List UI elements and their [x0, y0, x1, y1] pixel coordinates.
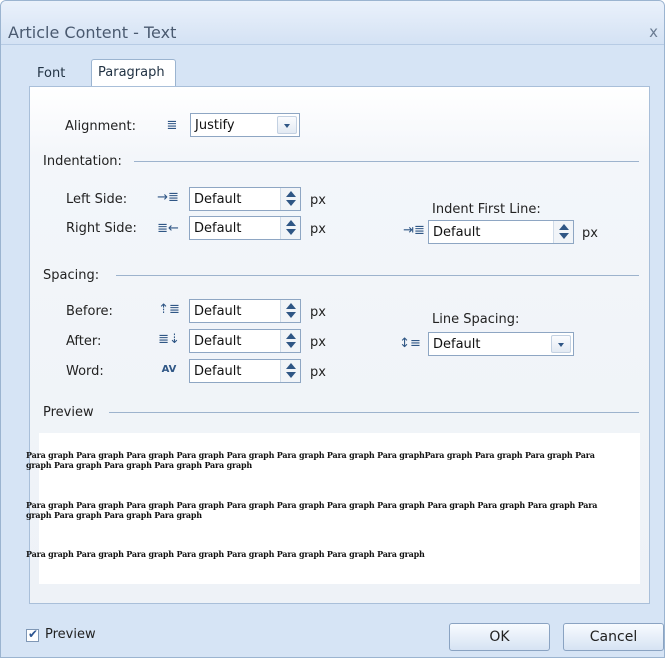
alignment-value: Justify [195, 118, 235, 133]
word-unit: px [310, 365, 326, 380]
space-after-icon: ≣⇣ [158, 332, 180, 347]
stepper-arrows[interactable] [280, 330, 300, 352]
preview-checkbox[interactable]: ✔ [26, 627, 39, 642]
close-icon[interactable]: x [649, 23, 658, 41]
indent-first-line-stepper[interactable]: Default [428, 220, 574, 244]
spacing-section-title: Spacing: [43, 268, 100, 283]
arrow-down-icon[interactable] [286, 372, 296, 378]
dialog-window: Article Content - Text x Font Paragraph … [0, 0, 665, 658]
word-label: Word: [66, 364, 104, 379]
dropdown-button[interactable] [277, 116, 297, 134]
line-spacing-value: Default [433, 337, 481, 352]
line-spacing-label: Line Spacing: [432, 312, 520, 327]
word-stepper[interactable]: Default [189, 359, 301, 383]
dialog-title: Article Content - Text [8, 23, 177, 42]
indentation-section-title: Indentation: [43, 154, 122, 169]
preview-section-title: Preview [43, 405, 94, 420]
preview-checkbox-label[interactable]: Preview [45, 627, 96, 642]
indent-right-icon: ≣← [157, 221, 179, 236]
left-side-unit: px [310, 193, 326, 208]
tab-font[interactable]: Font [31, 61, 86, 87]
arrow-down-icon[interactable] [286, 200, 296, 206]
before-label: Before: [66, 304, 113, 319]
arrow-up-icon[interactable] [286, 220, 296, 226]
space-before-icon: ⇡≣ [158, 302, 180, 317]
indent-first-line-value: Default [433, 225, 481, 240]
section-divider [116, 275, 639, 276]
indent-first-line-unit: px [582, 226, 598, 241]
arrow-down-icon[interactable] [286, 312, 296, 318]
word-value: Default [194, 364, 242, 379]
alignment-label: Alignment: [65, 119, 136, 134]
right-side-value: Default [194, 221, 242, 236]
left-side-label: Left Side: [66, 192, 128, 207]
dropdown-button[interactable] [551, 335, 571, 353]
preview-paragraph: Para graph Para graph Para graph Para gr… [26, 549, 425, 559]
arrow-up-icon[interactable] [559, 224, 569, 230]
chevron-down-icon [558, 343, 564, 347]
before-value: Default [194, 304, 242, 319]
left-side-stepper[interactable]: Default [189, 187, 301, 211]
alignment-select[interactable]: Justify [190, 113, 300, 137]
line-spacing-icon: ↕≡ [399, 336, 421, 351]
stepper-arrows[interactable] [280, 300, 300, 322]
right-side-unit: px [310, 222, 326, 237]
stepper-arrows[interactable] [280, 217, 300, 239]
ok-button[interactable]: OK [449, 623, 550, 651]
after-stepper[interactable]: Default [189, 329, 301, 353]
arrow-up-icon[interactable] [286, 191, 296, 197]
tab-paragraph[interactable]: Paragraph [91, 59, 176, 87]
stepper-arrows[interactable] [553, 221, 573, 243]
before-stepper[interactable]: Default [189, 299, 301, 323]
after-unit: px [310, 335, 326, 350]
arrow-down-icon[interactable] [286, 229, 296, 235]
after-value: Default [194, 334, 242, 349]
stepper-arrows[interactable] [280, 360, 300, 382]
after-label: After: [66, 334, 102, 349]
title-bar[interactable]: Article Content - Text x [1, 1, 664, 45]
arrow-down-icon[interactable] [286, 342, 296, 348]
arrow-up-icon[interactable] [286, 363, 296, 369]
section-divider [134, 161, 639, 162]
section-divider [109, 412, 639, 413]
checkmark-icon: ✔ [28, 627, 39, 641]
indent-first-line-icon: ⇥≣ [403, 223, 425, 238]
align-justify-icon: ≣ [166, 118, 178, 133]
preview-paragraph: Para graph Para graph Para graph Para gr… [26, 450, 595, 470]
chevron-down-icon [284, 124, 290, 128]
line-spacing-select[interactable]: Default [428, 332, 574, 356]
indent-first-line-label: Indent First Line: [432, 202, 541, 217]
cancel-button[interactable]: Cancel [563, 623, 664, 651]
before-unit: px [310, 305, 326, 320]
left-side-value: Default [194, 192, 242, 207]
arrow-up-icon[interactable] [286, 333, 296, 339]
stepper-arrows[interactable] [280, 188, 300, 210]
right-side-label: Right Side: [66, 221, 137, 236]
right-side-stepper[interactable]: Default [189, 216, 301, 240]
word-spacing-icon: AV [161, 364, 177, 375]
indent-left-icon: →≣ [157, 190, 179, 205]
arrow-up-icon[interactable] [286, 303, 296, 309]
preview-paragraph: Para graph Para graph Para graph Para gr… [26, 500, 598, 520]
arrow-down-icon[interactable] [559, 233, 569, 239]
